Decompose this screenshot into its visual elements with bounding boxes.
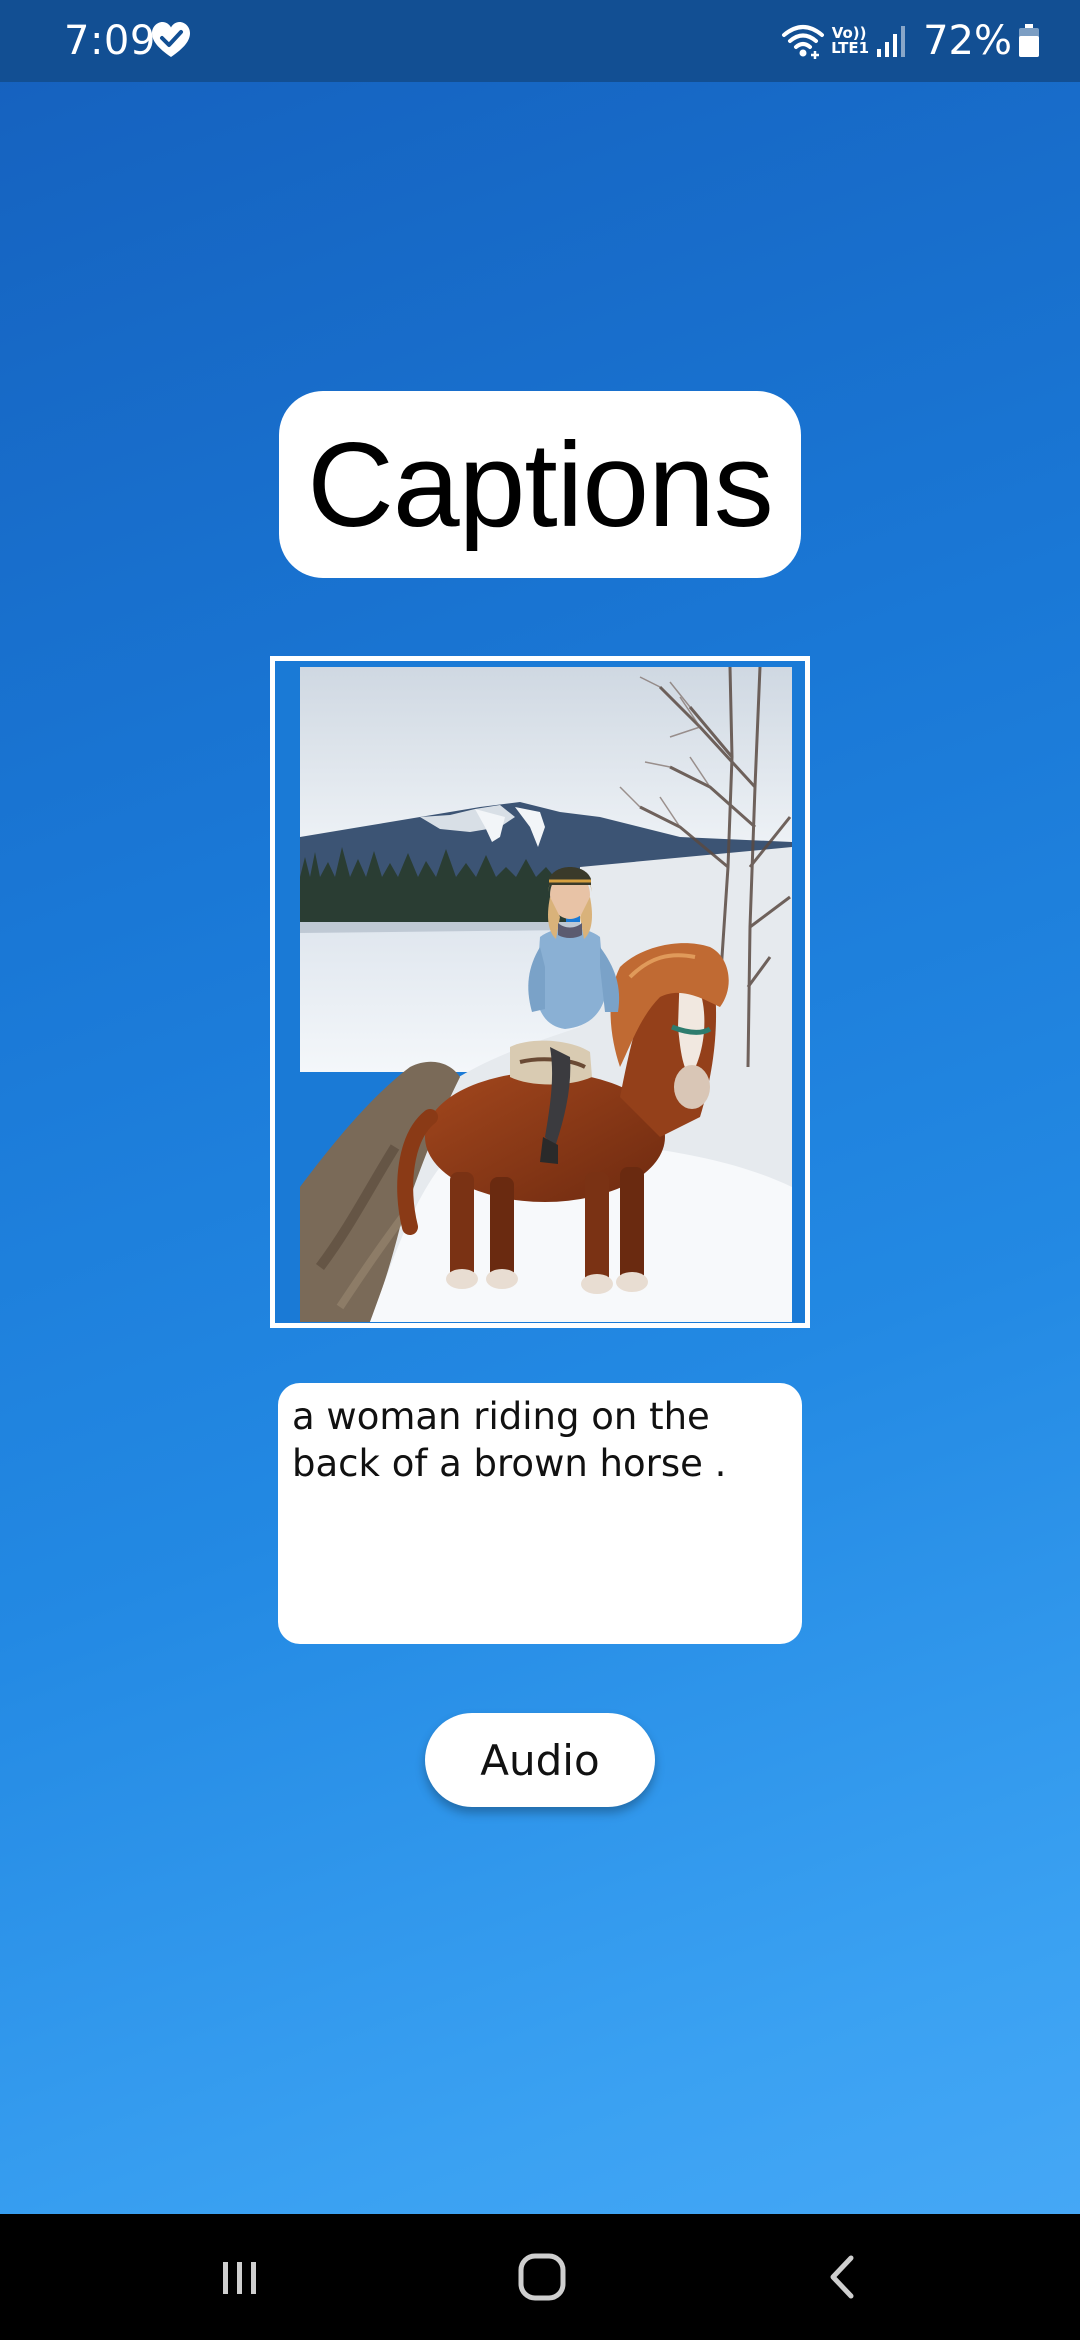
home-button[interactable]	[502, 2237, 582, 2317]
battery-percent: 72%	[923, 18, 1012, 64]
page-title: Captions	[307, 417, 774, 552]
battery-icon	[1019, 24, 1039, 57]
audio-button[interactable]: Audio	[425, 1713, 655, 1807]
status-icons: Vo)) LTE1 72%	[781, 14, 1040, 68]
audio-button-label: Audio	[480, 1735, 600, 1785]
status-bar: 7:09 Vo)) LTE1 72%	[0, 0, 1080, 82]
back-button[interactable]	[804, 2237, 884, 2317]
status-time: 7:09	[64, 18, 156, 64]
signal-icon	[877, 26, 906, 57]
title-card: Captions	[279, 391, 801, 578]
photo-woman-on-horse	[300, 667, 792, 1322]
wifi-icon	[782, 25, 825, 59]
recent-apps-icon	[223, 2262, 256, 2294]
home-icon	[518, 2253, 566, 2301]
volte-icon: Vo)) LTE1	[831, 24, 870, 57]
back-icon	[830, 2255, 854, 2299]
navigation-bar	[0, 2214, 1080, 2340]
caption-text: a woman riding on the back of a brown ho…	[292, 1395, 727, 1485]
caption-box: a woman riding on the back of a brown ho…	[278, 1383, 802, 1644]
recent-apps-button[interactable]	[200, 2237, 280, 2317]
image-frame	[270, 656, 810, 1328]
health-heart-check-icon	[152, 22, 190, 57]
